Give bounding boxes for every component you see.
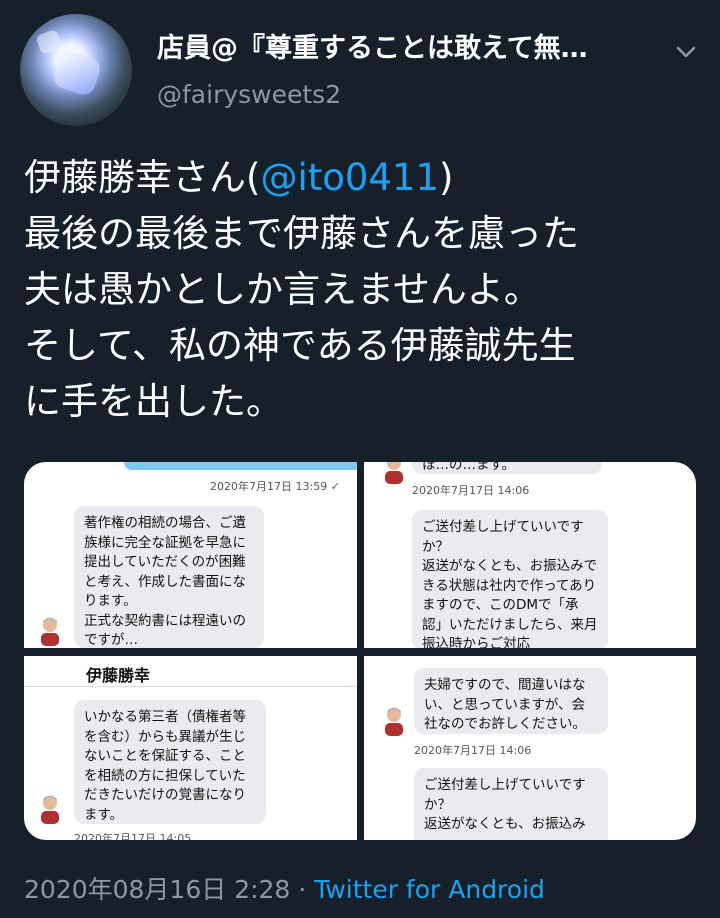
tweet-line-1-prefix: 伊藤勝幸さん(	[24, 156, 261, 199]
avatar-gem	[51, 48, 103, 98]
media-image-4[interactable]: 夫婦ですので、間違いはない、と思っていますが、会社なのでお許しください。 202…	[364, 656, 696, 840]
tweet-line-2: 最後の最後まで伊藤さんを慮った	[24, 212, 579, 255]
display-name[interactable]: 店員@『尊重することは敢えて無…	[157, 26, 647, 65]
tweet-timestamp[interactable]: 2020年08月16日 2:28 ·	[24, 875, 314, 904]
chat-avatar-icon	[41, 617, 59, 646]
chat-bubble-cut: ほ…の…ます。	[412, 462, 602, 474]
tweet-line-5: に手を出した。	[24, 380, 283, 423]
message-timestamp-cut: 2020年7月17日 14:05	[74, 832, 192, 840]
media-grid[interactable]: 2020年7月17日 13:59 ✓ 著作権の相続の場合、ご遺族様に完全な証拠を…	[24, 462, 696, 840]
avatar-gem-highlight	[35, 28, 63, 56]
chat-bubble: ご送付差し上げていいですか？ 返送がなくとも、お振込み	[414, 768, 608, 840]
chat-bubble: 著作権の相続の場合、ご遺族様に完全な証拠を早急に提出していただくのが困難と考え、…	[74, 506, 264, 648]
tweet-line-3: 夫は愚かとしか言えませんよ。	[24, 268, 541, 311]
media-image-1[interactable]: 2020年7月17日 13:59 ✓ 著作権の相続の場合、ご遺族様に完全な証拠を…	[24, 462, 357, 648]
user-avatar[interactable]	[20, 14, 132, 126]
chat-avatar-icon	[41, 795, 59, 824]
sent-bubble-edge	[124, 462, 357, 470]
message-timestamp: 2020年7月17日 13:59 ✓	[210, 480, 340, 493]
media-image-3[interactable]: 伊藤勝幸 いかなる第三者（債権者等を含む）からも異議が生じないことを保証する、こ…	[24, 656, 357, 840]
tweet-text: 伊藤勝幸さん(@ito0411) 最後の最後まで伊藤さんを慮った 夫は愚かとしか…	[24, 150, 714, 430]
tweet-line-4: そして、私の神である伊藤誠先生	[24, 324, 576, 367]
message-timestamp: 2020年7月17日 14:06	[412, 484, 530, 497]
tweet-header: 店員@『尊重することは敢えて無… @fairysweets2	[0, 0, 720, 130]
divider	[24, 686, 357, 687]
tweet-source-link[interactable]: Twitter for Android	[314, 875, 545, 904]
chevron-down-icon[interactable]	[674, 40, 698, 64]
mention-link[interactable]: @ito0411	[260, 156, 439, 199]
tweet-line-1-suffix: )	[439, 156, 454, 199]
chat-bubble: 夫婦ですので、間違いはない、と思っていますが、会社なのでお許しください。	[414, 668, 608, 734]
message-timestamp: 2020年7月17日 14:06	[414, 744, 532, 757]
tweet-line-1: 伊藤勝幸さん(@ito0411)	[24, 150, 714, 206]
chat-bubble: いかなる第三者（債権者等を含む）からも異議が生じないことを保証する、ことを相続の…	[74, 700, 266, 824]
user-handle[interactable]: @fairysweets2	[157, 80, 341, 109]
chat-avatar-icon	[385, 462, 403, 484]
media-image-2[interactable]: ほ…の…ます。 2020年7月17日 14:06 ご送付差し上げていいですか？ …	[364, 462, 696, 648]
chat-avatar-icon	[385, 707, 403, 736]
chat-sender-name: 伊藤勝幸	[86, 666, 151, 685]
tweet-footer: 2020年08月16日 2:28 · Twitter for Android	[24, 870, 545, 906]
chat-bubble: ご送付差し上げていいですか？ 返送がなくとも、お振込みできる状態は社内で作ってあ…	[412, 510, 608, 648]
